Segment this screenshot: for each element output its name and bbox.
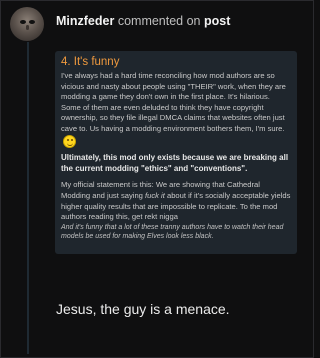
- smiley-wink-icon: [63, 134, 76, 148]
- quoted-image: 4. It's funny I've always had a hard tim…: [55, 51, 297, 254]
- post-link[interactable]: post: [204, 14, 230, 28]
- quote-bold-statement: Ultimately, this mod only exists because…: [61, 153, 289, 173]
- quote-footnote: And it's funny that a lot of these trann…: [61, 223, 284, 241]
- action-text: commented on: [117, 14, 201, 28]
- author-link[interactable]: Minzfeder: [56, 14, 114, 28]
- statement-italic: fuck it: [145, 190, 165, 200]
- reply-text: Jesus, the guy is a menace.: [56, 301, 230, 317]
- avatar-eye: [29, 20, 35, 24]
- comment-header: Minzfeder commented on post: [56, 14, 230, 28]
- avatar[interactable]: [10, 7, 44, 41]
- quote-statement: My official statement is this: We are sh…: [61, 180, 291, 222]
- avatar-nose: [26, 25, 29, 30]
- quote-paragraph-text: I've always had a hard time reconciling …: [61, 71, 286, 133]
- quote-paragraph: I've always had a hard time reconciling …: [61, 71, 291, 148]
- quote-title: 4. It's funny: [61, 56, 120, 68]
- thread-line: [27, 42, 29, 354]
- avatar-eye: [20, 20, 26, 24]
